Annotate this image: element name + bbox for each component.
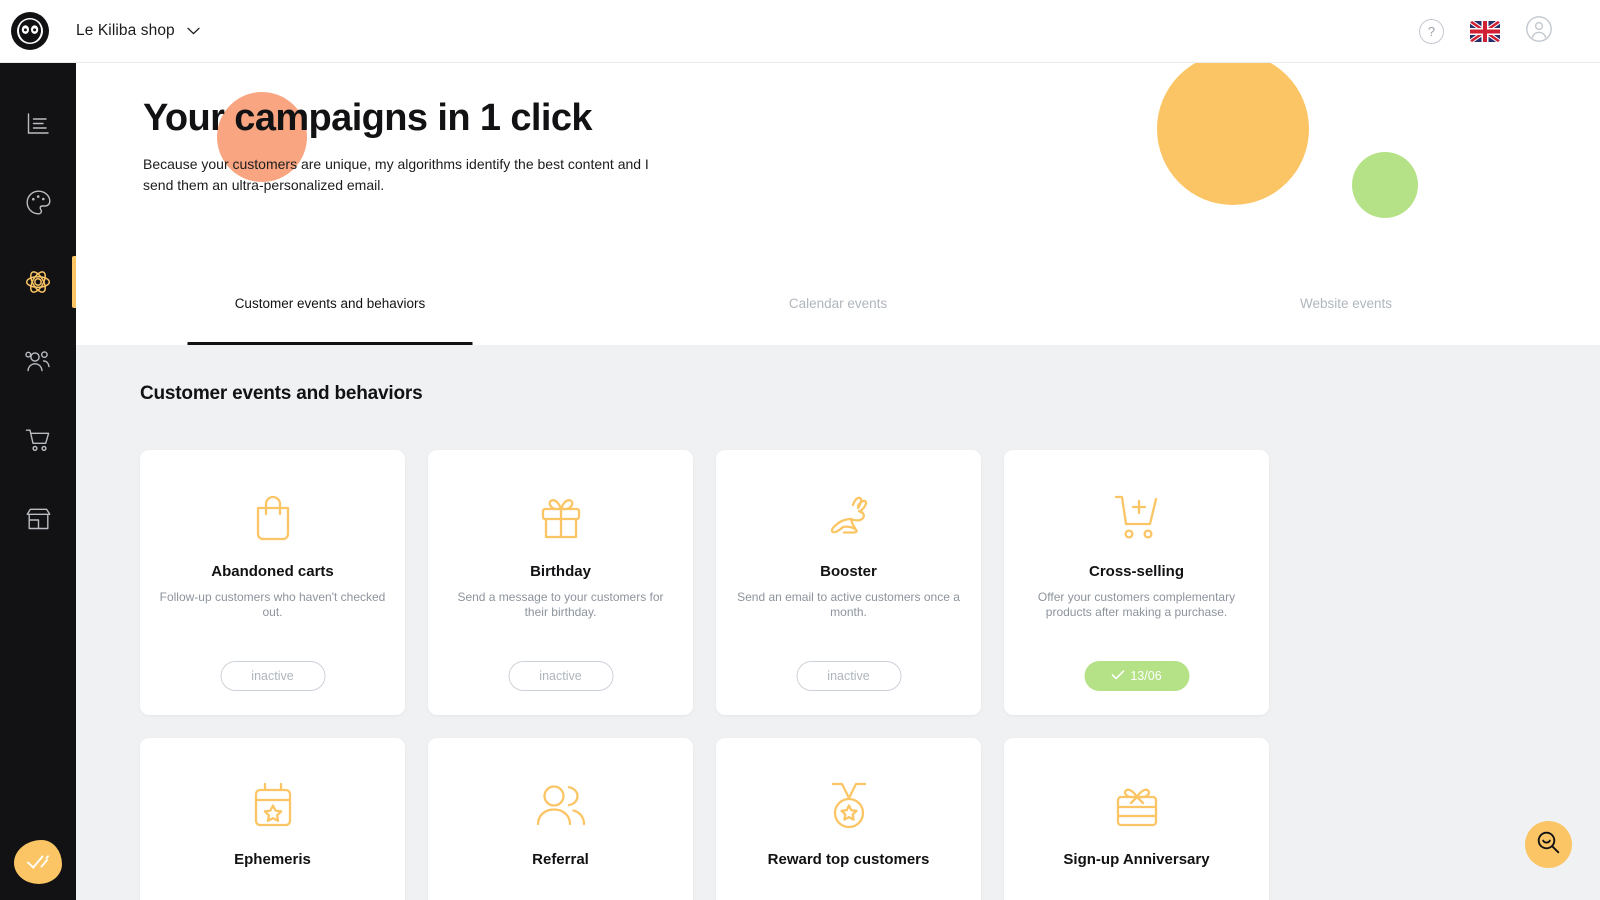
sidebar-item-customers[interactable] <box>0 321 76 400</box>
status-label: inactive <box>827 669 869 683</box>
status-badge[interactable]: 13/06 <box>1084 661 1189 691</box>
card-description: Send an email to active customers once a… <box>734 590 963 619</box>
tab-label: Website events <box>1300 296 1392 311</box>
hero-section: Your campaigns in 1 click Because your c… <box>76 63 1600 345</box>
help-icon[interactable]: ? <box>1419 19 1444 44</box>
cart-plus-icon <box>1110 492 1164 544</box>
tab-bar: Customer events and behaviors Calendar e… <box>76 283 1600 345</box>
tab-label: Customer events and behaviors <box>235 296 426 311</box>
status-badge[interactable]: inactive <box>508 661 613 691</box>
campaign-card-grid: Abandoned carts Follow-up customers who … <box>140 450 1333 900</box>
chat-support-button[interactable] <box>1525 821 1572 868</box>
magnifier-smile-icon <box>1536 830 1561 860</box>
card-title: Cross-selling <box>1089 563 1184 580</box>
campaign-card[interactable]: Birthday Send a message to your customer… <box>428 450 693 715</box>
green-circle <box>1352 152 1418 218</box>
help-label: ? <box>1428 24 1435 39</box>
sidebar-item-shop[interactable] <box>0 479 76 558</box>
campaign-card[interactable]: Ephemeris <box>140 738 405 900</box>
sidebar-item-statistics[interactable] <box>0 84 76 163</box>
status-label: 13/06 <box>1130 669 1161 683</box>
sidebar-item-orders[interactable] <box>0 400 76 479</box>
status-label: inactive <box>251 669 293 683</box>
shop-name: Le Kiliba shop <box>76 22 175 40</box>
sidebar-item-campaigns[interactable] <box>0 242 76 321</box>
calendar-star-icon <box>250 780 296 832</box>
card-title: Reward top customers <box>768 851 930 868</box>
statistics-icon <box>25 111 51 137</box>
card-title: Referral <box>532 851 589 868</box>
card-title: Booster <box>820 563 877 580</box>
two-people-icon <box>533 780 589 832</box>
campaign-card[interactable]: Cross-selling Offer your customers compl… <box>1004 450 1269 715</box>
card-title: Abandoned carts <box>211 563 334 580</box>
top-bar: Le Kiliba shop ? <box>0 0 1600 63</box>
main-content: Customer events and behaviors Abandoned … <box>76 345 1600 900</box>
atom-icon <box>24 268 52 296</box>
card-description: Follow-up customers who haven't checked … <box>158 590 387 619</box>
page-title: Your campaigns in 1 click <box>143 97 592 140</box>
shop-switcher[interactable]: Le Kiliba shop <box>76 22 200 40</box>
rabbit-icon <box>822 492 876 544</box>
cart-icon <box>24 427 52 453</box>
tab-website-events[interactable]: Website events <box>1092 283 1600 345</box>
status-badge[interactable]: inactive <box>796 661 901 691</box>
status-label: inactive <box>539 669 581 683</box>
section-title: Customer events and behaviors <box>140 383 422 405</box>
store-icon <box>25 506 52 532</box>
sidebar-bottom <box>0 840 76 884</box>
owl-logo-icon[interactable] <box>11 12 49 50</box>
campaign-card[interactable]: Reward top customers <box>716 738 981 900</box>
status-badge[interactable]: inactive <box>220 661 325 691</box>
tab-customer-events[interactable]: Customer events and behaviors <box>76 283 584 345</box>
campaign-card[interactable]: Booster Send an email to active customer… <box>716 450 981 715</box>
gift-box-icon <box>1109 780 1165 832</box>
sidebar <box>0 63 76 900</box>
chevron-down-icon <box>187 22 200 40</box>
tab-calendar-events[interactable]: Calendar events <box>584 283 1092 345</box>
uk-flag-icon[interactable] <box>1470 21 1500 42</box>
tab-label: Calendar events <box>789 296 887 311</box>
campaign-card[interactable]: Abandoned carts Follow-up customers who … <box>140 450 405 715</box>
top-bar-actions: ? <box>1419 16 1552 47</box>
customers-icon <box>24 348 52 374</box>
gift-icon <box>536 492 586 544</box>
card-title: Ephemeris <box>234 851 311 868</box>
check-icon <box>1111 669 1124 683</box>
campaign-card[interactable]: Sign-up Anniversary <box>1004 738 1269 900</box>
shopping-bag-icon <box>250 492 296 544</box>
card-title: Sign-up Anniversary <box>1063 851 1209 868</box>
palette-icon <box>25 189 52 216</box>
page-subtitle: Because your customers are unique, my al… <box>143 154 663 196</box>
medal-icon <box>825 780 873 832</box>
active-indicator <box>72 256 76 308</box>
card-description: Offer your customers complementary produ… <box>1022 590 1251 619</box>
sidebar-item-design[interactable] <box>0 163 76 242</box>
yellow-circle <box>1157 63 1309 205</box>
card-title: Birthday <box>530 563 591 580</box>
account-icon[interactable] <box>1526 16 1552 47</box>
double-check-icon[interactable] <box>14 840 62 884</box>
card-description: Send a message to your customers for the… <box>446 590 675 619</box>
campaign-card[interactable]: Referral <box>428 738 693 900</box>
